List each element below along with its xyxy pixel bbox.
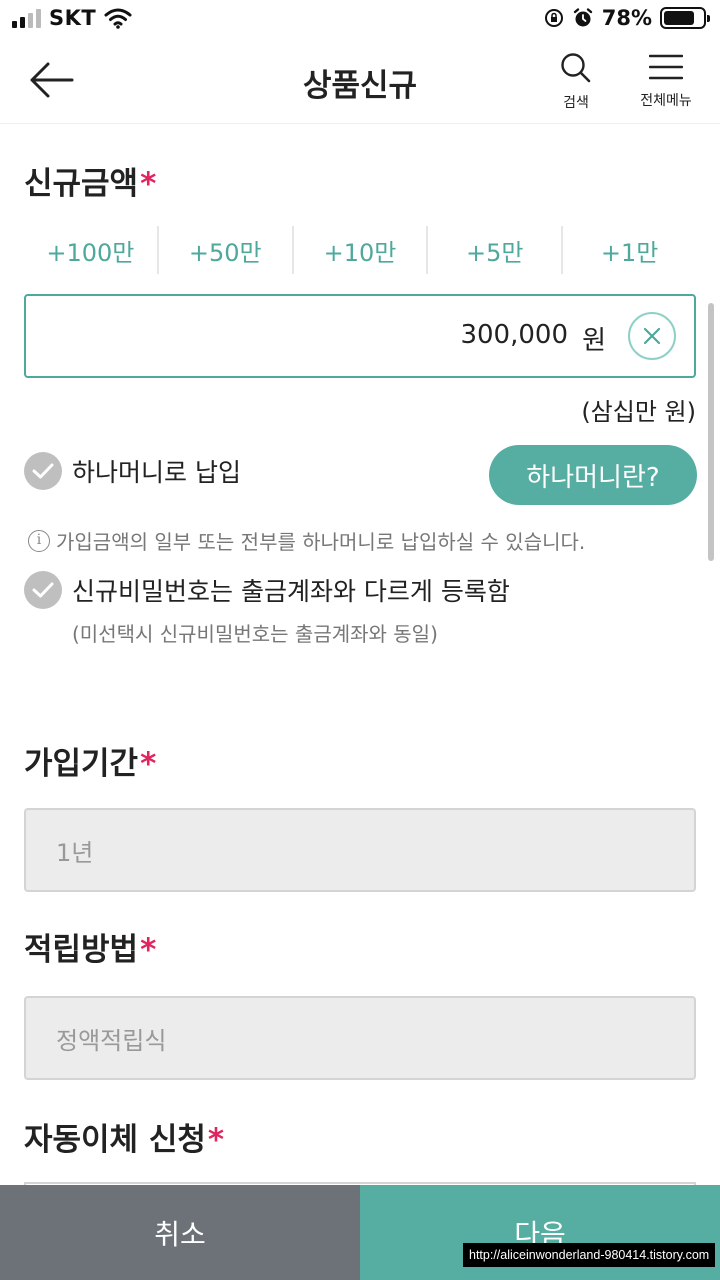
amount-title-text: 신규금액 [24, 166, 139, 202]
amount-field[interactable]: 300,000 원 [24, 294, 696, 378]
watermark: http://aliceinwonderland-980414.tistory.… [463, 1243, 716, 1267]
search-button[interactable]: 검색 [540, 52, 612, 112]
hanamoney-info: i 가입금액의 일부 또는 전부를 하나머니로 납입하실 수 있습니다. [28, 526, 585, 555]
rotation-lock-icon [544, 9, 563, 27]
menu-button[interactable]: 전체메뉴 [630, 52, 702, 110]
search-icon [561, 53, 591, 83]
add-10000-button[interactable]: +1만 [561, 226, 696, 274]
period-title-text: 가입기간 [24, 746, 139, 782]
search-label: 검색 [563, 95, 589, 111]
battery-fill [664, 11, 694, 25]
amount-korean-text: (삼십만 원) [581, 398, 696, 426]
scrollbar[interactable] [708, 303, 714, 561]
method-section-title: 적립방법* [24, 924, 156, 969]
battery-percent: 78% [601, 6, 652, 30]
required-mark: * [140, 932, 157, 968]
status-bar: SKT 78% [0, 0, 720, 40]
hanamoney-info-text: 가입금액의 일부 또는 전부를 하나머니로 납입하실 수 있습니다. [56, 530, 586, 554]
battery-icon [660, 7, 710, 29]
period-section-title: 가입기간* [24, 738, 156, 783]
password-option-note: (미선택시 신규비밀번호는 출금계좌와 동일) [72, 622, 438, 646]
hamburger-menu-icon [648, 54, 684, 80]
signal-icon [12, 8, 41, 28]
menu-label: 전체메뉴 [640, 93, 692, 109]
method-select[interactable]: 정액적립식 [24, 996, 696, 1080]
password-option-label: 신규비밀번호는 출금계좌와 다르게 등록함 [72, 577, 510, 606]
amount-unit: 원 [582, 326, 606, 356]
quick-amount-bar: +100만 +50만 +10만 +5만 +1만 [24, 226, 696, 274]
required-mark: * [140, 746, 157, 782]
add-100000-button[interactable]: +10만 [291, 226, 427, 274]
hanamoney-checkbox-label: 하나머니로 납입 [72, 458, 241, 487]
page-title: 상품신규 [302, 68, 418, 104]
clear-amount-button[interactable] [628, 312, 676, 360]
close-icon [643, 327, 661, 345]
amount-value[interactable]: 300,000 [460, 320, 568, 350]
info-icon: i [28, 529, 50, 552]
required-mark: * [140, 166, 157, 202]
status-left: SKT [12, 6, 132, 30]
period-select[interactable]: 1년 [24, 808, 696, 892]
alarm-icon [573, 8, 592, 27]
required-mark: * [207, 1122, 225, 1158]
add-500000-button[interactable]: +50만 [156, 226, 292, 274]
method-value: 정액적립식 [56, 1026, 167, 1055]
wifi-icon [104, 8, 132, 29]
add-1000000-button[interactable]: +100만 [24, 226, 157, 274]
check-icon [24, 452, 62, 490]
check-icon [24, 571, 62, 609]
status-right: 78% [544, 6, 710, 30]
method-title-text: 적립방법 [24, 932, 139, 968]
amount-section-title: 신규금액* [24, 158, 156, 203]
add-50000-button[interactable]: +5만 [426, 226, 561, 274]
hanamoney-checkbox[interactable]: 하나머니로 납입 [24, 452, 241, 490]
transfer-section-title: 자동이체 신청* [24, 1114, 224, 1159]
app-header: 상품신규 검색 전체메뉴 [0, 40, 720, 124]
transfer-title-text: 자동이체 신청 [24, 1122, 206, 1158]
cancel-button[interactable]: 취소 [0, 1185, 360, 1280]
period-value: 1년 [56, 838, 94, 867]
hanamoney-info-button[interactable]: 하나머니란? [489, 445, 697, 505]
carrier-label: SKT [49, 6, 97, 30]
password-option-checkbox[interactable]: 신규비밀번호는 출금계좌와 다르게 등록함 [24, 571, 510, 609]
